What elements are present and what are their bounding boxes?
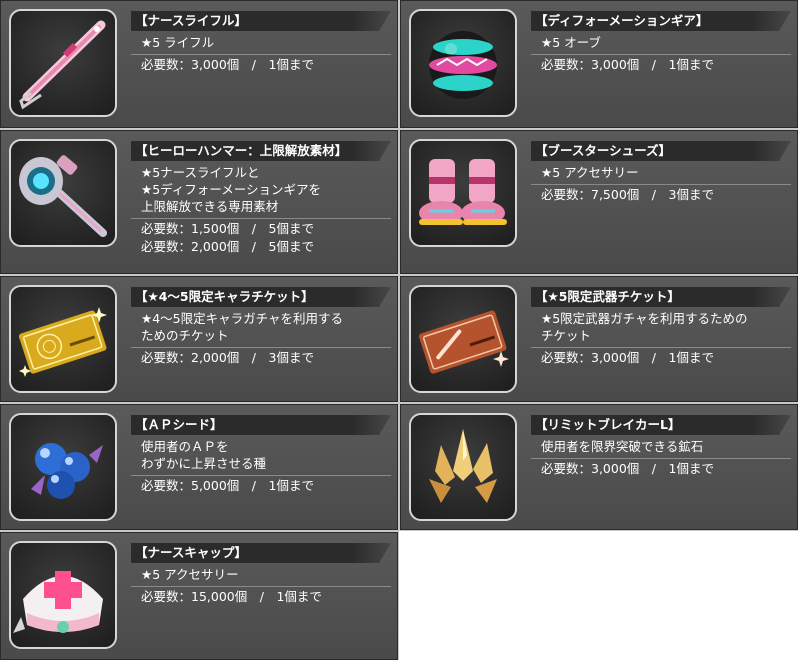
item-card-nurse-rifle: 【ナースライフル】 ★5 ライフル 必要数：3,000個 / 1個まで [0, 0, 399, 129]
item-title: 【ブースターシューズ】 [531, 141, 791, 161]
item-title: 【ＡＰシード】 [131, 415, 391, 435]
item-requirement: 必要数：3,000個 / 1個まで [531, 458, 791, 478]
item-description: 使用者を限界突破できる鉱石 [541, 439, 704, 454]
item-requirement: 必要数：2,000個 / 3個まで [131, 347, 391, 367]
item-description: ★5 アクセサリー [141, 567, 239, 582]
item-requirement: 必要数：5,000個 / 1個まで [131, 475, 391, 495]
item-description: ★5 アクセサリー [541, 165, 639, 180]
item-requirement: 必要数：3,000個 / 1個まで [531, 347, 791, 367]
item-card-weapon-ticket: 【★5限定武器チケット】 ★5限定武器ガチャを利用するための チケット 必要数：… [399, 275, 798, 403]
nurse-cap-icon [9, 541, 117, 649]
item-title: 【★4～5限定キャラチケット】 [131, 287, 391, 307]
nurse-rifle-icon [9, 9, 117, 117]
deformation-gear-orb-icon [409, 9, 517, 117]
item-requirement: 必要数：1,500個 / 5個まで [131, 218, 391, 238]
item-title: 【ディフォーメーションギア】 [531, 11, 791, 31]
item-description: チケット [541, 328, 592, 343]
item-description: ★5 オーブ [541, 35, 601, 50]
item-card-booster-shoes: 【ブースターシューズ】 ★5 アクセサリー 必要数：7,500個 / 3個まで [399, 129, 798, 275]
item-card-character-ticket: 【★4～5限定キャラチケット】 ★4～5限定キャラガチャを利用する ためのチケッ… [0, 275, 399, 403]
item-title: 【ヒーローハンマー：上限解放素材】 [131, 141, 391, 161]
item-description: ★5限定武器ガチャを利用するための [541, 311, 748, 326]
item-description: ★5ナースライフルと [141, 165, 260, 180]
item-card-ap-seed: 【ＡＰシード】 使用者のＡＰを わずかに上昇させる種 必要数：5,000個 / … [0, 403, 399, 531]
item-requirement: 必要数：3,000個 / 1個まで [531, 54, 791, 74]
item-card-hero-hammer: 【ヒーローハンマー：上限解放素材】 ★5ナースライフルと ★5ディフォーメーショ… [0, 129, 399, 275]
item-title: 【ナースキャップ】 [131, 543, 391, 563]
item-description: ためのチケット [141, 328, 229, 343]
gold-ticket-icon [9, 285, 117, 393]
item-description: 使用者のＡＰを [141, 439, 229, 454]
item-requirement: 必要数：7,500個 / 3個まで [531, 184, 791, 204]
item-requirement: 必要数：3,000個 / 1個まで [131, 54, 391, 74]
item-title: 【★5限定武器チケット】 [531, 287, 791, 307]
hero-hammer-icon [9, 139, 117, 247]
limit-breaker-crystal-icon [409, 413, 517, 521]
item-description: わずかに上昇させる種 [141, 456, 267, 471]
item-description: ★4～5限定キャラガチャを利用する [141, 311, 343, 326]
item-description: 上限解放できる専用素材 [141, 199, 279, 214]
item-title: 【リミットブレイカーL】 [531, 415, 791, 435]
copper-ticket-icon [409, 285, 517, 393]
item-description: ★5 ライフル [141, 35, 215, 50]
item-requirement: 必要数：2,000個 / 5個まで [141, 239, 314, 254]
item-title: 【ナースライフル】 [131, 11, 391, 31]
item-description: ★5ディフォーメーションギアを [141, 182, 322, 197]
item-card-limit-breaker: 【リミットブレイカーL】 使用者を限界突破できる鉱石 必要数：3,000個 / … [399, 403, 798, 531]
item-requirement: 必要数：15,000個 / 1個まで [131, 586, 391, 606]
item-card-nurse-cap: 【ナースキャップ】 ★5 アクセサリー 必要数：15,000個 / 1個まで [0, 531, 399, 660]
ap-seed-icon [9, 413, 117, 521]
item-card-deformation-gear: 【ディフォーメーションギア】 ★5 オーブ 必要数：3,000個 / 1個まで [399, 0, 798, 129]
booster-shoes-icon [409, 139, 517, 247]
